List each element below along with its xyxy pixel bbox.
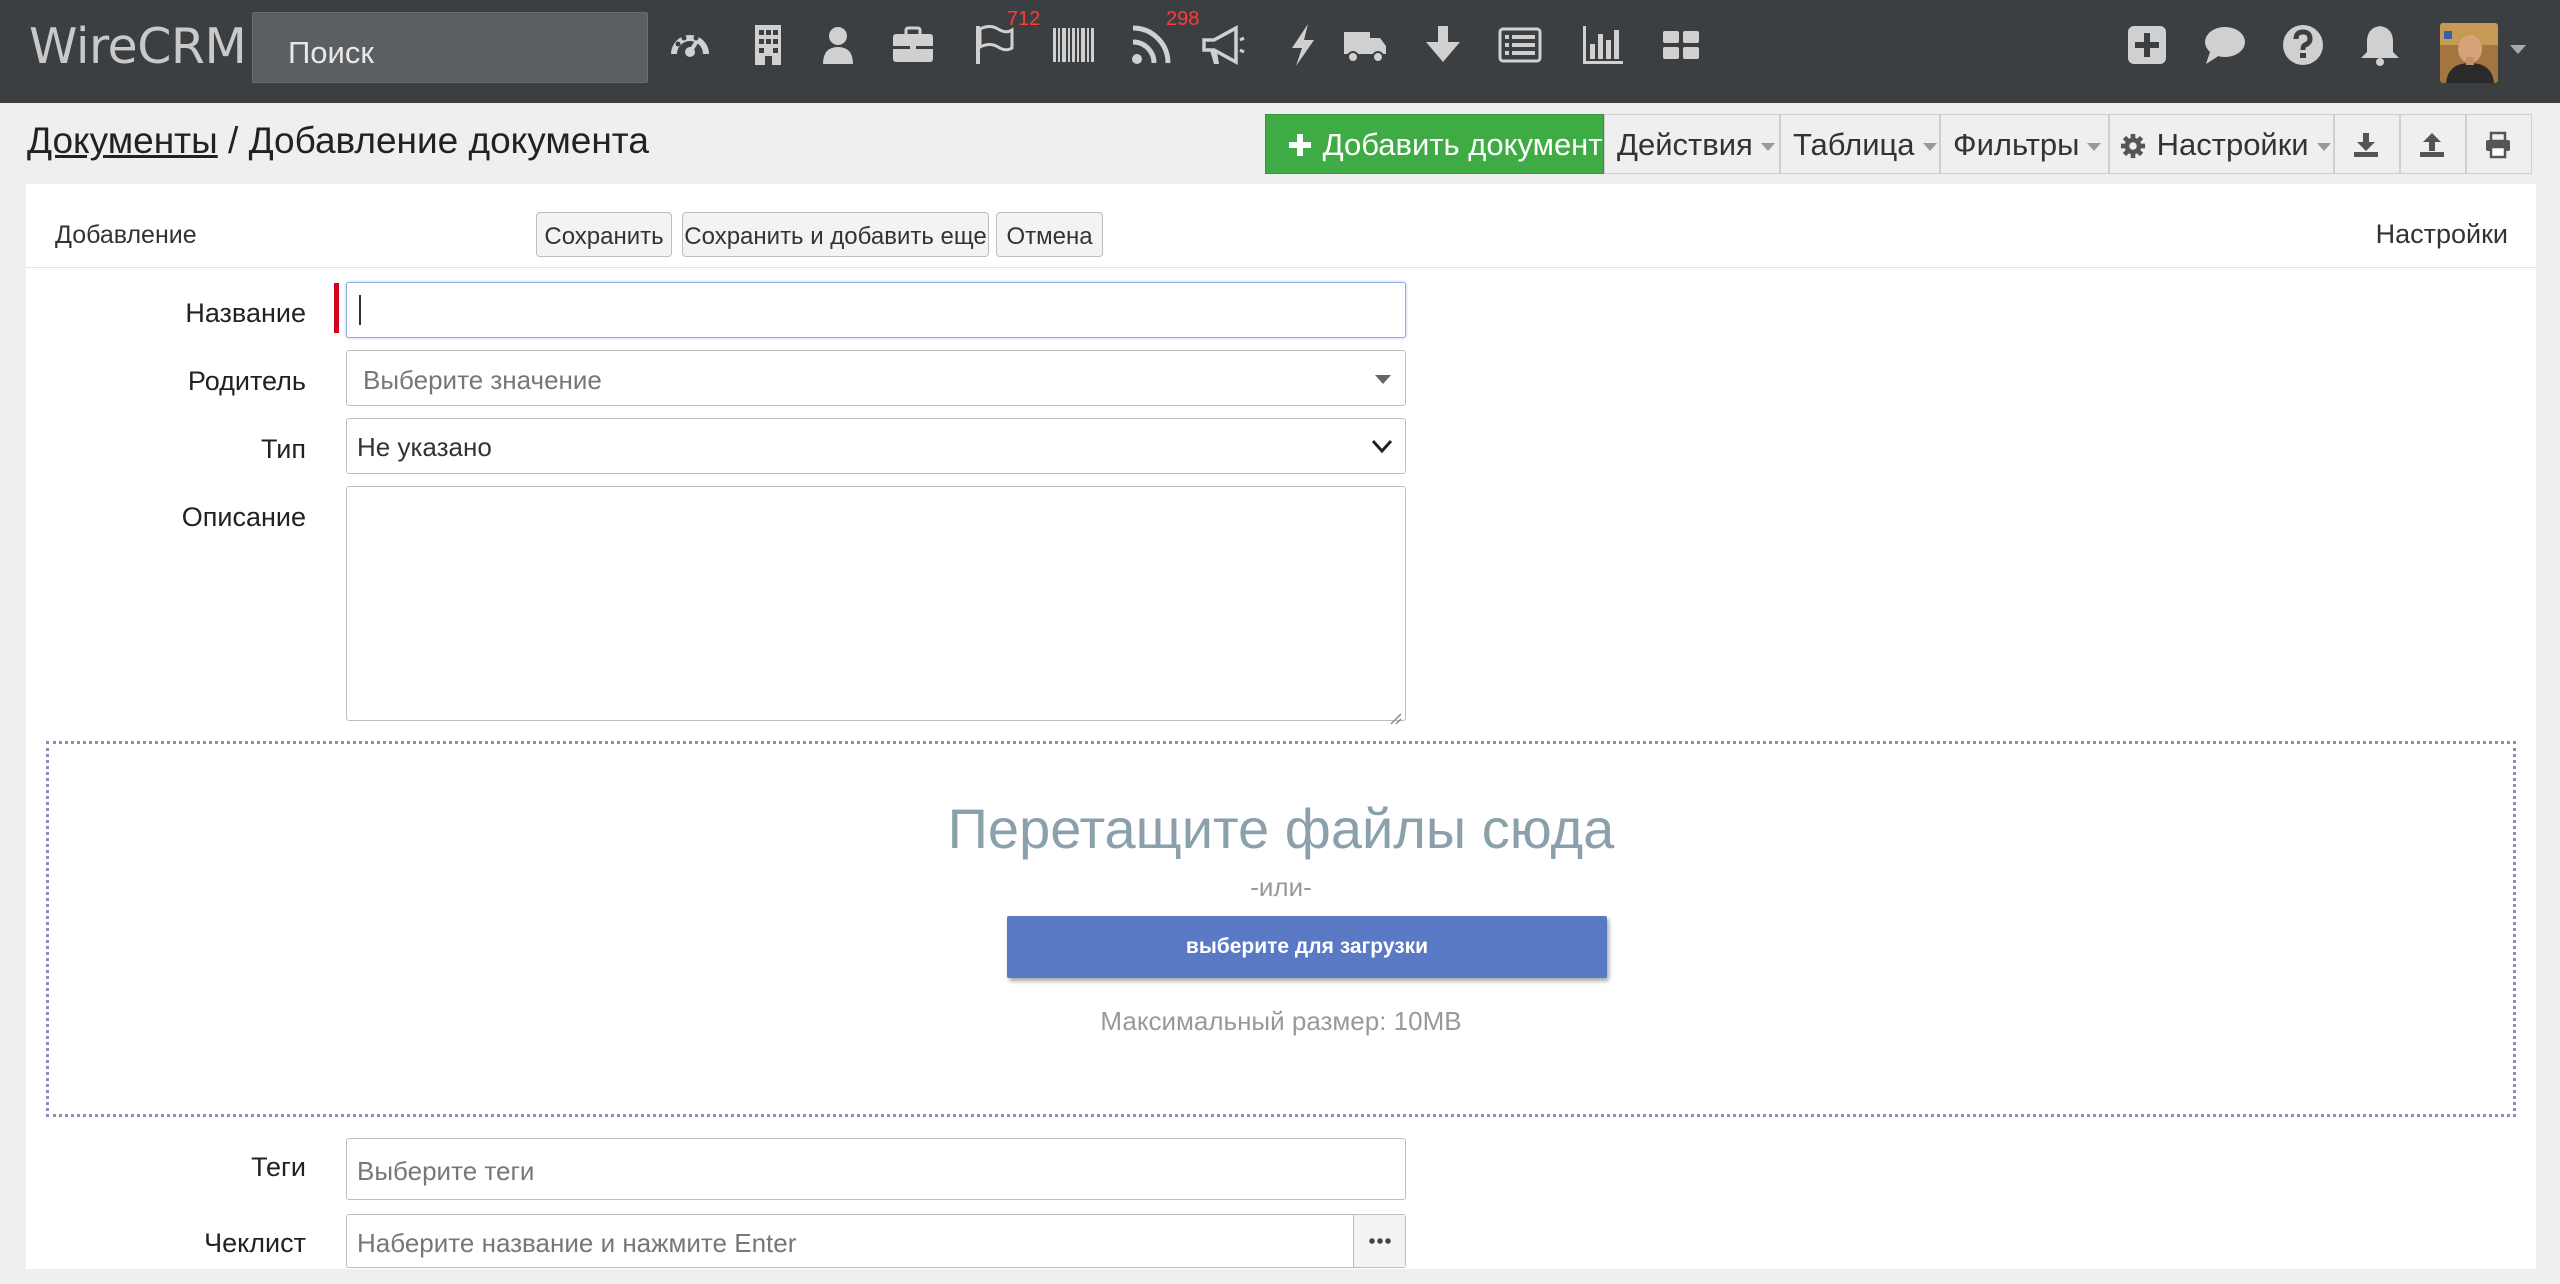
checklist-input[interactable]: Наберите название и нажмите Enter — [346, 1214, 1406, 1268]
breadcrumb-separator: / — [217, 120, 249, 161]
print-icon — [2484, 131, 2512, 159]
chevron-down-icon — [1922, 142, 1937, 151]
text-cursor — [359, 295, 361, 325]
filters-dropdown[interactable]: Фильтры — [1940, 114, 2109, 174]
drop-zone-title: Перетащите файлы сюда — [947, 797, 1615, 860]
save-and-add-button[interactable]: Сохранить и добавить еще — [682, 212, 989, 257]
resize-handle-icon[interactable] — [1386, 701, 1402, 725]
gear-icon — [2120, 131, 2148, 159]
cancel-button[interactable]: Отмена — [996, 212, 1103, 257]
filters-label: Фильтры — [1953, 127, 2080, 162]
building-icon[interactable] — [745, 22, 791, 68]
question-icon[interactable] — [2280, 22, 2326, 68]
user-icon[interactable] — [815, 22, 861, 68]
comment-icon[interactable] — [2202, 22, 2248, 68]
type-label-wrap: Тип — [26, 430, 306, 470]
truck-icon[interactable] — [1342, 22, 1388, 68]
settings-dropdown[interactable]: Настройки — [2109, 114, 2334, 174]
add-document-label: Добавить документ — [1322, 127, 1603, 162]
parent-label: Родитель — [187, 366, 306, 396]
type-select[interactable]: Не указано — [346, 418, 1406, 474]
chevron-down-icon — [1369, 433, 1395, 459]
checklist-placeholder: Наберите название и нажмите Enter — [357, 1228, 797, 1258]
table-dropdown[interactable]: Таблица — [1780, 114, 1940, 174]
max-file-size: Максимальный размер: 10MB — [1100, 1006, 1462, 1036]
settings-label: Настройки — [2156, 127, 2309, 162]
print-button[interactable] — [2466, 114, 2532, 174]
type-label: Тип — [260, 434, 306, 464]
bolt-icon[interactable] — [1280, 22, 1326, 68]
select-files-button[interactable]: выберите для загрузки — [1007, 916, 1607, 978]
search-input[interactable]: Поиск — [252, 12, 648, 83]
flag-badge: 712 — [1007, 8, 1041, 30]
tags-label-wrap: Теги — [26, 1148, 306, 1188]
description-textarea[interactable] — [346, 486, 1406, 725]
drop-zone-or: -или- — [1250, 872, 1312, 902]
barcode-icon[interactable] — [1050, 22, 1096, 68]
form-section-title: Добавление — [55, 221, 197, 249]
briefcase-icon[interactable] — [890, 22, 936, 68]
user-menu-caret-icon[interactable] — [2510, 45, 2526, 54]
checklist-label: Чеклист — [204, 1228, 306, 1258]
chevron-down-icon — [1760, 142, 1775, 151]
tags-input[interactable]: Выберите теги — [346, 1138, 1406, 1200]
actions-dropdown[interactable]: Действия — [1604, 114, 1780, 174]
tags-placeholder: Выберите теги — [357, 1156, 535, 1186]
parent-select[interactable]: Выберите значение — [346, 350, 1406, 406]
name-label: Название — [185, 298, 306, 328]
plus-icon — [1286, 131, 1314, 159]
checklist-label-wrap: Чеклист — [26, 1224, 306, 1264]
upload-icon — [2418, 131, 2446, 159]
document-form-panel: Добавление Сохранить Сохранить и добавит… — [26, 184, 2536, 1269]
description-label: Описание — [181, 502, 306, 532]
page-title: Добавление документа — [248, 120, 649, 161]
chevron-down-icon — [2316, 142, 2331, 151]
download-arrow-icon[interactable] — [1420, 22, 1466, 68]
file-drop-zone[interactable]: Перетащите файлы сюда -или- выберите для… — [46, 741, 2516, 1117]
megaphone-icon[interactable] — [1200, 22, 1246, 68]
bar-chart-icon[interactable] — [1580, 22, 1626, 68]
type-select-value: Не указано — [357, 432, 492, 462]
add-document-button[interactable]: Добавить документ — [1265, 114, 1604, 174]
breadcrumb: Документы / Добавление документа — [27, 120, 649, 162]
required-marker — [334, 283, 339, 333]
checklist-more-button[interactable] — [1353, 1215, 1405, 1267]
bell-icon[interactable] — [2357, 22, 2403, 68]
actions-label: Действия — [1617, 127, 1753, 162]
form-toolbar: Добавление Сохранить Сохранить и добавит… — [26, 184, 2536, 268]
chevron-down-icon — [1375, 375, 1391, 384]
list-icon[interactable] — [1497, 22, 1543, 68]
top-navbar: WireCRM Поиск 712 298 — [0, 0, 2560, 103]
brand-logo[interactable]: WireCRM — [29, 18, 247, 75]
plus-square-icon[interactable] — [2124, 22, 2170, 68]
more-dots-icon — [1368, 1221, 1392, 1251]
download-icon — [2352, 131, 2380, 159]
export-button[interactable] — [2334, 114, 2400, 174]
import-button[interactable] — [2400, 114, 2466, 174]
save-button[interactable]: Сохранить — [536, 212, 672, 257]
parent-label-wrap: Родитель — [26, 362, 306, 402]
name-label-wrap: Название — [26, 294, 306, 334]
grid-icon[interactable] — [1658, 22, 1704, 68]
user-avatar[interactable] — [2440, 23, 2498, 83]
name-input[interactable] — [346, 282, 1406, 338]
rss-badge: 298 — [1166, 8, 1200, 30]
form-settings-link[interactable]: Настройки — [2376, 219, 2508, 250]
table-label: Таблица — [1793, 127, 1915, 162]
chevron-down-icon — [2087, 142, 2102, 151]
tags-label: Теги — [251, 1152, 306, 1182]
parent-select-placeholder: Выберите значение — [363, 365, 602, 395]
dashboard-icon[interactable] — [667, 22, 713, 68]
description-label-wrap: Описание — [26, 498, 306, 538]
breadcrumb-documents-link[interactable]: Документы — [27, 120, 218, 161]
